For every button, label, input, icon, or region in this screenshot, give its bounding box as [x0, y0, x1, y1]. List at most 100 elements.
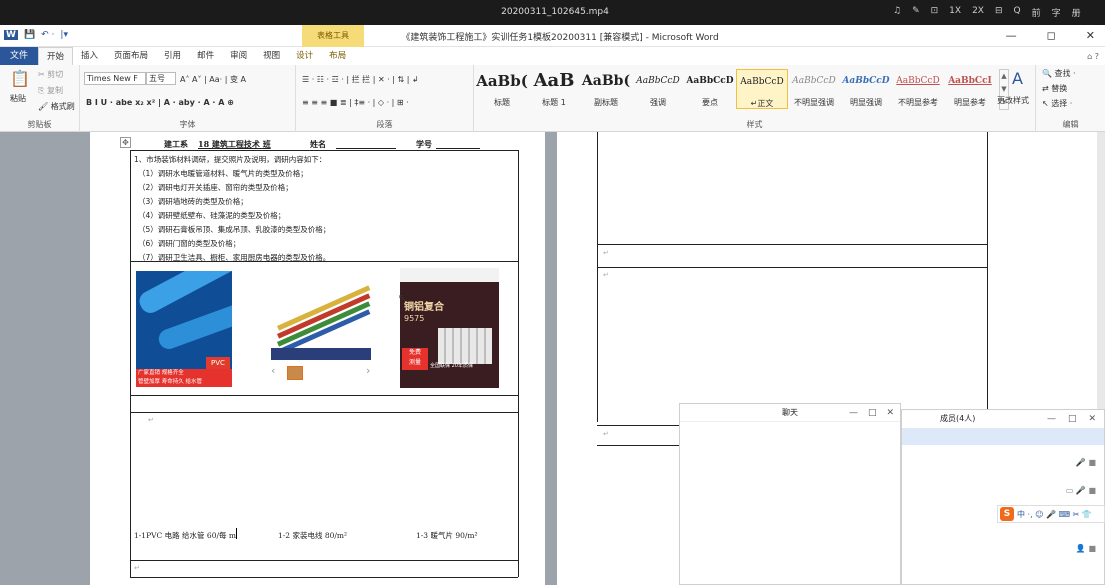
members-maximize-button[interactable]: □	[1068, 410, 1077, 428]
chat-maximize-button[interactable]: □	[868, 404, 877, 422]
tab-home[interactable]: 开始	[38, 47, 74, 65]
tab-mailings[interactable]: 邮件	[189, 47, 222, 65]
annotate-icon[interactable]: ✎	[912, 6, 920, 19]
pvc-pipe-image[interactable]: PVC 广家直销 规格齐全 管壁加厚 寿命持久 给水管	[136, 271, 232, 387]
front-button[interactable]: 前	[1032, 6, 1041, 19]
style-heading1[interactable]: AaB 标题 1	[528, 69, 580, 109]
chat-window[interactable]: 聊天 — □ ✕	[679, 403, 901, 585]
find-button[interactable]: 🔍 查找 ·	[1042, 68, 1076, 79]
style-heading1-sample: AaB	[533, 70, 575, 91]
paragraph-tools-row2[interactable]: ≡ ≡ ≡ ■ ≣ | ‡≡ · | ◇ · | ⊞ ·	[302, 98, 409, 107]
style-title[interactable]: AaBb(标题	[476, 69, 528, 109]
tab-references[interactable]: 引用	[156, 47, 189, 65]
style-subtle-emphasis[interactable]: AaBbCcD 不明显强调	[788, 69, 840, 109]
radiator-model: 9575	[404, 314, 425, 323]
tab-page-layout[interactable]: 页面布局	[106, 47, 156, 65]
menu-button[interactable]: 册	[1072, 6, 1081, 19]
pvc-banner-line2: 管壁加厚 寿命持久	[138, 379, 184, 385]
minimize-button[interactable]: —	[1006, 29, 1017, 42]
cut-button[interactable]: ✂ 剪切	[38, 69, 63, 80]
ime-toolbar[interactable]: S 中 ·, ☺ 🎤 ⌨ ✂ 👕	[997, 505, 1105, 523]
tab-review[interactable]: 审阅	[222, 47, 255, 65]
chat-minimize-button[interactable]: —	[849, 404, 858, 422]
font-size-select[interactable]: 五号	[146, 72, 176, 85]
font-tools-row1[interactable]: A˄ A˅ | Aa· | 变 A	[180, 74, 246, 85]
radiator-tag-line2: 测量	[408, 359, 421, 366]
customize-icon[interactable]: |▾	[60, 30, 68, 40]
tab-view[interactable]: 视图	[255, 47, 288, 65]
style-normal[interactable]: AaBbCcD ↵正文	[736, 69, 788, 109]
speed-2x-button[interactable]: 2X	[972, 6, 984, 19]
tab-layout[interactable]: 布局	[321, 47, 354, 65]
change-styles-button[interactable]: 更改样式	[997, 95, 1029, 106]
paste-button[interactable]: 粘贴	[10, 93, 26, 104]
radiator-tag-line3: 全国联保	[430, 363, 451, 369]
chevron-left-icon[interactable]: ‹	[271, 364, 275, 377]
tab-file[interactable]: 文件	[0, 47, 38, 65]
sogou-icon[interactable]: S	[1000, 507, 1014, 521]
paragraph-tools-row1[interactable]: ☰ · ☷ · ☲ · | 拦 拦 | ✕ · | ⇅ | ↲	[302, 74, 419, 85]
layout-icon[interactable]: ⊟	[995, 6, 1003, 19]
close-button[interactable]: ✕	[1086, 29, 1095, 42]
task-item: （1）调研水电暖管道材料、暖气片的类型及价格；	[138, 169, 308, 178]
screen-mic-camera-icon[interactable]: ▭ 🎤 ■	[1066, 486, 1096, 495]
audio-icon[interactable]: ♫	[893, 6, 901, 19]
copy-button[interactable]: ⎘ 复制	[38, 85, 63, 96]
tab-design[interactable]: 设计	[288, 47, 321, 65]
mic-camera-icon[interactable]: 🎤 ■	[1076, 458, 1096, 467]
font-tools-row2[interactable]: B I U · abe x₂ x² | A · aby · A · A ⊕	[86, 98, 234, 107]
style-intense-emphasis[interactable]: AaBbCcD 明显强调	[840, 69, 892, 109]
screenshot-icon[interactable]: ⊡	[931, 6, 939, 19]
style-strong[interactable]: AaBbCcD 要点	[684, 69, 736, 109]
style-emphasis[interactable]: AaBbCcD 强调	[632, 69, 684, 109]
page-left[interactable]: ✥ 建工系 18 建筑工程技术 班 姓名 学号 1、市场装饰材料调研，提交照片及…	[90, 132, 545, 585]
paragraph-mark: ↵	[603, 271, 609, 279]
paragraph-mark: ↵	[134, 564, 140, 572]
radiator-tag-line4: 20年质保	[451, 363, 473, 369]
electric-wire-image[interactable]	[271, 268, 371, 360]
table-border	[130, 560, 518, 561]
pvc-badge: PVC	[206, 357, 230, 369]
tab-insert[interactable]: 插入	[73, 47, 106, 65]
style-subtle-reference[interactable]: AaBbCcD 不明显参考	[892, 69, 944, 109]
undo-icon[interactable]: ↶ ·	[41, 30, 54, 40]
table-border	[518, 150, 519, 577]
style-subtitle[interactable]: AaBb(副标题	[580, 69, 632, 109]
replace-button[interactable]: ⇄ 替换	[1042, 83, 1067, 94]
subtitle-button[interactable]: 字	[1052, 6, 1061, 19]
format-painter-button[interactable]: 🖌 格式刷	[38, 101, 75, 112]
members-minimize-button[interactable]: —	[1047, 410, 1056, 428]
select-button[interactable]: ↖ 选择 ·	[1042, 98, 1072, 109]
table-border	[597, 132, 598, 422]
task-title: 1、市场装饰材料调研，提交照片及说明，调研内容如下：	[134, 155, 327, 164]
maximize-button[interactable]: ◻	[1047, 29, 1056, 42]
members-window[interactable]: 成员(4人) — □ ✕ 🎤 ■ ▭ 🎤 ■ 👤 ■	[901, 409, 1105, 585]
style-strong-sample: AaBbCcD	[686, 76, 734, 86]
chat-close-button[interactable]: ✕	[886, 404, 894, 422]
change-styles-icon[interactable]: A	[1012, 69, 1023, 88]
paste-icon[interactable]: 📋	[10, 69, 30, 88]
font-name-select[interactable]: Times New F	[84, 72, 146, 85]
style-emphasis-name: 强调	[650, 98, 666, 107]
speed-1x-button[interactable]: 1X	[949, 6, 961, 19]
task-item: （5）调研石膏板吊顶、集成吊顶、乳胶漆的类型及价格；	[138, 225, 331, 234]
chevron-right-icon[interactable]: ›	[366, 364, 370, 377]
style-emphasis-sample: AaBbCcD	[636, 76, 680, 86]
search-icon[interactable]: Q	[1014, 6, 1021, 19]
style-intense-reference[interactable]: AaBbCcI 明显参考	[944, 69, 996, 109]
radiator-image[interactable]: 铜铝复合 9575 免费 测量 全国联保 20年质保	[400, 268, 499, 388]
mouse-cursor-icon: ↖	[398, 293, 407, 304]
ime-tools[interactable]: 中 ·, ☺ 🎤 ⌨ ✂ 👕	[1017, 509, 1092, 520]
pvc-banner-line1: 广家直销 规格齐全	[138, 370, 184, 376]
save-icon[interactable]: 💾	[24, 30, 35, 40]
thumbnail[interactable]	[287, 366, 303, 380]
members-close-button[interactable]: ✕	[1088, 410, 1096, 428]
style-normal-name: ↵正文	[750, 99, 774, 108]
ribbon-help[interactable]: ⌂ ?	[1087, 52, 1099, 61]
member-row-selected[interactable]	[902, 428, 1104, 445]
user-mic-icon[interactable]: 👤 ■	[1076, 544, 1096, 553]
video-player-bar: 20200311_102645.mp4 ♫ ✎ ⊡ 1X 2X ⊟ Q 前 字 …	[0, 0, 1105, 25]
table-move-handle[interactable]: ✥	[120, 137, 131, 148]
font-group-label: 字体	[179, 120, 196, 129]
radiator-tag: 免费 测量	[402, 348, 428, 370]
